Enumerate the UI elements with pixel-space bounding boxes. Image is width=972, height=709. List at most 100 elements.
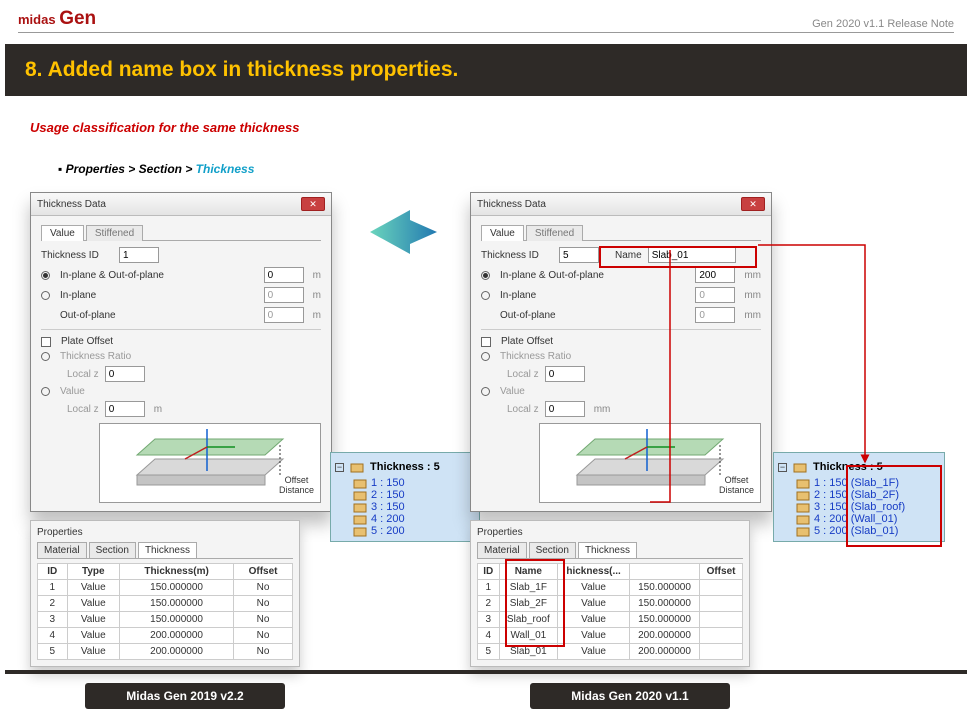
unit-label: m <box>154 404 162 415</box>
table-row: 5Value200.000000No <box>38 644 293 660</box>
arrow-icon <box>360 192 450 272</box>
radio-tratio <box>41 352 50 361</box>
logo: midas Gen <box>18 8 96 30</box>
tree-item[interactable]: 3 : 150 (Slab_roof) <box>796 501 936 513</box>
unit-label: mm <box>744 270 761 281</box>
offset-distance-label: OffsetDistance <box>719 476 754 496</box>
minus-icon[interactable]: − <box>778 463 787 472</box>
radio-value <box>481 387 490 396</box>
table-row: 2Value150.000000No <box>38 596 293 612</box>
label-plate-offset: Plate Offset <box>61 336 113 347</box>
label-plate-offset: Plate Offset <box>501 336 553 347</box>
table-row: 2Slab_2FValue150.000000 <box>478 596 743 612</box>
tree-item[interactable]: 1 : 150 (Slab_1F) <box>796 477 936 489</box>
localz2-input <box>545 401 585 417</box>
folder-icon <box>796 525 810 537</box>
tree-item[interactable]: 2 : 150 (Slab_2F) <box>796 489 936 501</box>
tree-item[interactable]: 2 : 150 <box>353 489 471 501</box>
chk-plate-offset[interactable] <box>481 337 491 347</box>
offset-distance-label: OffsetDistance <box>279 476 314 496</box>
chk-plate-offset[interactable] <box>41 337 51 347</box>
tab-section[interactable]: Section <box>89 542 136 558</box>
unit-label: m <box>313 310 321 321</box>
folder-icon <box>353 477 367 489</box>
unit-label: m <box>313 270 321 281</box>
tab-material[interactable]: Material <box>37 542 87 558</box>
footer-bar <box>5 670 967 674</box>
table-row: 3Slab_roofValue150.000000 <box>478 612 743 628</box>
label-outofplane: Out-of-plane <box>60 310 116 321</box>
inout-value[interactable] <box>264 267 304 283</box>
label-inplane: In-plane <box>60 290 96 301</box>
tab-thickness[interactable]: Thickness <box>578 542 637 558</box>
name-input[interactable] <box>648 247 736 263</box>
radio-inout[interactable] <box>41 271 50 280</box>
tree-item[interactable]: 5 : 200 (Slab_01) <box>796 525 936 537</box>
close-icon[interactable]: ✕ <box>301 197 325 211</box>
properties-title: Properties <box>37 527 293 538</box>
thickness-id-input[interactable] <box>119 247 159 263</box>
tab-material[interactable]: Material <box>477 542 527 558</box>
radio-tratio <box>481 352 490 361</box>
tab-stiffened[interactable]: Stiffened <box>86 225 143 241</box>
tree-item[interactable]: 4 : 200 (Wall_01) <box>796 513 936 525</box>
folder-icon <box>796 477 810 489</box>
properties-box-new: Properties Material Section Thickness ID… <box>470 520 750 667</box>
breadcrumb: Properties > Section > Thickness <box>58 162 254 176</box>
tree-header: Thickness : 5 <box>813 461 883 473</box>
inplane-value <box>264 287 304 303</box>
table-row: 3Value150.000000No <box>38 612 293 628</box>
tab-section[interactable]: Section <box>529 542 576 558</box>
radio-inplane[interactable] <box>41 291 50 300</box>
table-row: 1Value150.000000No <box>38 580 293 596</box>
label-localz: Local z <box>67 369 99 380</box>
tab-thickness[interactable]: Thickness <box>138 542 197 558</box>
label-thickness-id: Thickness ID <box>481 250 553 261</box>
localz2-input <box>105 401 145 417</box>
unit-label: m <box>313 290 321 301</box>
minus-icon[interactable]: − <box>335 463 344 472</box>
tab-stiffened[interactable]: Stiffened <box>526 225 583 241</box>
outofplane-value <box>695 307 735 323</box>
release-note: Gen 2020 v1.1 Release Note <box>812 18 954 30</box>
label-inplane: In-plane <box>500 290 536 301</box>
dialog-old: Thickness Data ✕ Value Stiffened Thickne… <box>30 192 332 512</box>
left-panel: Thickness Data ✕ Value Stiffened Thickne… <box>30 192 340 709</box>
label-inout: In-plane & Out-of-plane <box>500 270 604 281</box>
localz1-input <box>105 366 145 382</box>
table-row: 5Slab_01Value200.000000 <box>478 644 743 660</box>
unit-label: mm <box>744 310 761 321</box>
label-name: Name <box>615 250 642 261</box>
folder-icon <box>353 513 367 525</box>
thickness-id-input[interactable] <box>559 247 599 263</box>
radio-inout[interactable] <box>481 271 490 280</box>
folder-icon <box>793 461 807 473</box>
radio-inplane[interactable] <box>481 291 490 300</box>
version-new: Midas Gen 2020 v1.1 <box>530 683 730 709</box>
properties-box-old: Properties Material Section Thickness ID… <box>30 520 300 667</box>
tab-value[interactable]: Value <box>481 225 524 241</box>
tab-value[interactable]: Value <box>41 225 84 241</box>
dialog-title: Thickness Data <box>37 199 106 210</box>
label-thickness-id: Thickness ID <box>41 250 113 261</box>
close-icon[interactable]: ✕ <box>741 197 765 211</box>
tree-old: − Thickness : 5 1 : 150 2 : 150 3 : 150 … <box>330 452 480 542</box>
offset-diagram: OffsetDistance <box>99 423 321 503</box>
folder-icon <box>353 489 367 501</box>
tree-item[interactable]: 3 : 150 <box>353 501 471 513</box>
folder-icon <box>353 501 367 513</box>
tree-item[interactable]: 5 : 200 <box>353 525 471 537</box>
tree-item[interactable]: 4 : 200 <box>353 513 471 525</box>
folder-icon <box>796 513 810 525</box>
folder-icon <box>796 489 810 501</box>
table-row: 1Slab_1FValue150.000000 <box>478 580 743 596</box>
label-value: Value <box>60 386 85 397</box>
label-tratio: Thickness Ratio <box>500 351 571 362</box>
unit-label: mm <box>744 290 761 301</box>
localz1-input <box>545 366 585 382</box>
tree-item[interactable]: 1 : 150 <box>353 477 471 489</box>
version-old: Midas Gen 2019 v2.2 <box>85 683 285 709</box>
properties-title: Properties <box>477 527 743 538</box>
inout-value[interactable] <box>695 267 735 283</box>
tree-new: − Thickness : 5 1 : 150 (Slab_1F) 2 : 15… <box>773 452 945 542</box>
